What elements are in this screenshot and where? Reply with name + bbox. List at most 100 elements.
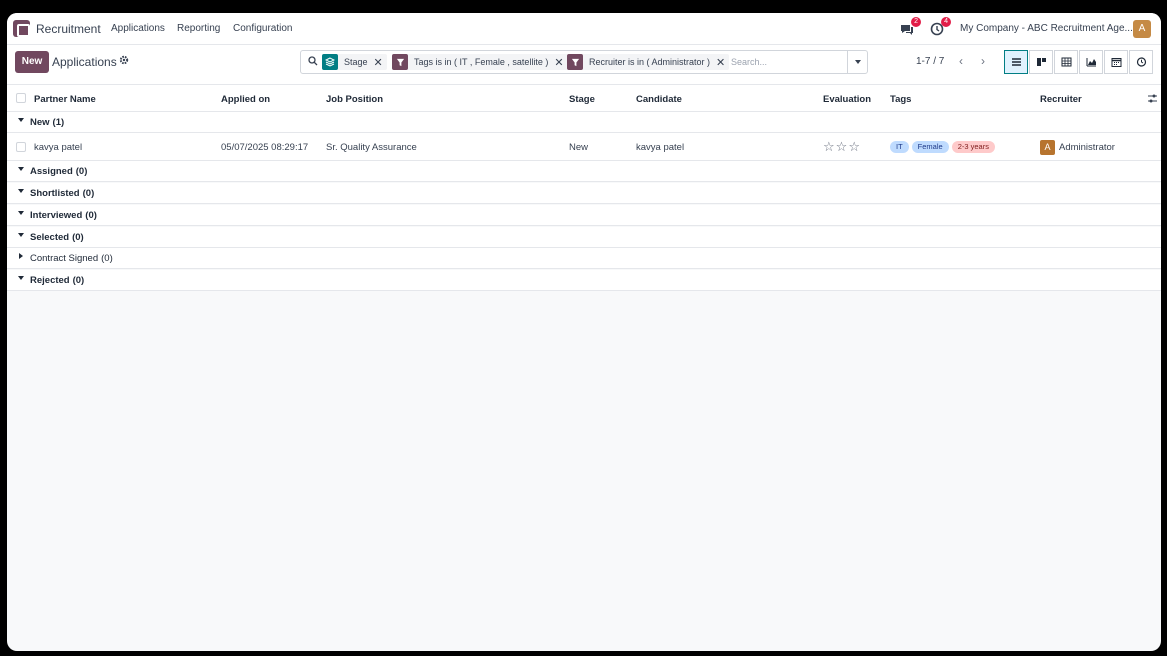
star-icon[interactable]: ☆: [848, 139, 861, 154]
group-label: Assigned: [30, 166, 73, 177]
group-label: Interviewed: [30, 210, 83, 221]
group-count: (0): [72, 275, 85, 286]
remove-facet-button[interactable]: ✕: [374, 56, 387, 69]
cell-partner-name: kavya patel: [34, 142, 83, 153]
search-input[interactable]: [731, 54, 841, 70]
page-title[interactable]: Applications: [52, 55, 117, 69]
pager-next-button[interactable]: ›: [973, 51, 993, 71]
area-chart-icon: [1086, 58, 1096, 67]
tag-badge: IT: [890, 141, 909, 153]
clock-icon: [1136, 57, 1146, 67]
cell-stage: New: [569, 142, 589, 153]
group-row-shortlisted[interactable]: Shortlisted (0): [7, 183, 1161, 204]
activities-count-badge: 4: [941, 17, 951, 27]
filter-icon: [567, 54, 583, 70]
group-row-selected[interactable]: Selected (0): [7, 227, 1161, 248]
app-window: Recruitment Applications Reporting Confi…: [7, 13, 1161, 651]
control-panel: New Applications Stage ✕ Tags is in ( IT…: [7, 45, 1161, 85]
top-navbar: Recruitment Applications Reporting Confi…: [7, 13, 1161, 45]
activity-view-button[interactable]: [1129, 50, 1153, 74]
caret-down-icon: [18, 118, 24, 122]
remove-facet-button[interactable]: ✕: [716, 56, 729, 69]
caret-down-icon: [18, 189, 24, 193]
group-count: (0): [72, 232, 84, 243]
column-candidate[interactable]: Candidate: [636, 94, 682, 105]
column-recruiter[interactable]: Recruiter: [1040, 94, 1082, 105]
layers-icon: [322, 54, 338, 70]
cell-applied-on: 05/07/2025 08:29:17: [221, 142, 309, 153]
star-icon[interactable]: ☆: [823, 139, 836, 154]
tag-badge: Female: [911, 141, 949, 153]
tag-badge: 2-3 years: [951, 141, 995, 153]
user-avatar[interactable]: A: [1133, 20, 1151, 38]
facet-label: Stage: [344, 57, 368, 67]
star-icon[interactable]: ☆: [836, 139, 849, 154]
list-view-button[interactable]: [1004, 50, 1028, 74]
row-checkbox[interactable]: [16, 142, 26, 152]
caret-down-icon: [18, 211, 24, 215]
group-row-interviewed[interactable]: Interviewed (0): [7, 205, 1161, 226]
gear-icon[interactable]: [119, 55, 129, 68]
messages-icon[interactable]: 2: [900, 17, 921, 36]
list-icon: [1011, 58, 1021, 66]
select-all-checkbox[interactable]: [16, 93, 26, 103]
app-name[interactable]: Recruitment: [36, 22, 101, 36]
group-count: (0): [82, 188, 95, 199]
column-applied-on[interactable]: Applied on: [221, 94, 270, 105]
group-label: Selected: [30, 232, 70, 243]
menu-reporting[interactable]: Reporting: [177, 23, 220, 34]
filter-icon: [392, 54, 408, 70]
search-icon[interactable]: [308, 56, 318, 66]
caret-down-icon: [18, 276, 24, 280]
column-evaluation[interactable]: Evaluation: [823, 94, 871, 105]
column-job-position[interactable]: Job Position: [326, 94, 383, 105]
caret-down-icon: [18, 167, 24, 171]
group-count: (0): [75, 166, 88, 177]
caret-down-icon: [18, 233, 24, 237]
column-partner-name[interactable]: Partner Name: [34, 94, 96, 105]
column-tags[interactable]: Tags: [890, 94, 911, 105]
group-count: (0): [85, 210, 97, 221]
group-count: (1): [52, 117, 65, 128]
kanban-icon: [1036, 58, 1046, 66]
avatar: A: [1040, 140, 1055, 155]
table-row[interactable]: kavya patel 05/07/2025 08:29:17 Sr. Qual…: [7, 133, 1161, 161]
facet-tags-filter: Tags is in ( IT , Female , satellite ) ✕: [392, 54, 568, 70]
group-row-contract-signed[interactable]: Contract Signed (0): [7, 248, 1161, 269]
column-stage[interactable]: Stage: [569, 94, 595, 105]
list-header: Partner Name Applied on Job Position Sta…: [7, 85, 1161, 112]
search-bar[interactable]: Stage ✕ Tags is in ( IT , Female , satel…: [300, 50, 868, 74]
facet-label: Tags is in ( IT , Female , satellite ): [414, 57, 549, 67]
pager-previous-button[interactable]: ‹: [951, 51, 971, 71]
recruitment-app-icon[interactable]: [13, 20, 30, 37]
calendar-view-button[interactable]: [1104, 50, 1128, 74]
activities-clock-icon[interactable]: 4: [930, 17, 951, 36]
group-row-rejected[interactable]: Rejected (0): [7, 270, 1161, 291]
pager-value[interactable]: 1-7 / 7: [916, 56, 944, 67]
cell-candidate: kavya patel: [636, 142, 685, 153]
group-row-assigned[interactable]: Assigned (0): [7, 161, 1161, 182]
group-label: Shortlisted: [30, 188, 80, 199]
calendar-icon: [1111, 58, 1121, 67]
messages-count-badge: 2: [911, 17, 921, 27]
kanban-view-button[interactable]: [1029, 50, 1053, 74]
facet-label: Recruiter is in ( Administrator ): [589, 57, 711, 67]
cell-recruiter: Administrator: [1059, 142, 1115, 153]
search-options-toggle[interactable]: [847, 51, 867, 73]
pivot-view-button[interactable]: [1054, 50, 1078, 74]
company-switcher[interactable]: My Company - ABC Recruitment Age...: [960, 23, 1133, 34]
group-label: Contract Signed: [30, 253, 99, 264]
graph-view-button[interactable]: [1079, 50, 1103, 74]
remove-facet-button[interactable]: ✕: [554, 56, 567, 69]
group-label: New: [30, 117, 50, 128]
facet-stage-groupby: Stage ✕: [322, 54, 387, 70]
tags-cell: IT Female 2-3 years: [890, 141, 998, 153]
menu-configuration[interactable]: Configuration: [233, 23, 292, 34]
optional-columns-icon[interactable]: [1147, 93, 1158, 104]
menu-applications[interactable]: Applications: [111, 23, 165, 34]
evaluation-stars[interactable]: ☆☆☆: [823, 139, 861, 155]
group-label: Rejected: [30, 275, 70, 286]
group-row-new[interactable]: New (1): [7, 112, 1161, 133]
new-button[interactable]: New: [15, 51, 49, 73]
chevron-down-icon: [854, 60, 861, 64]
